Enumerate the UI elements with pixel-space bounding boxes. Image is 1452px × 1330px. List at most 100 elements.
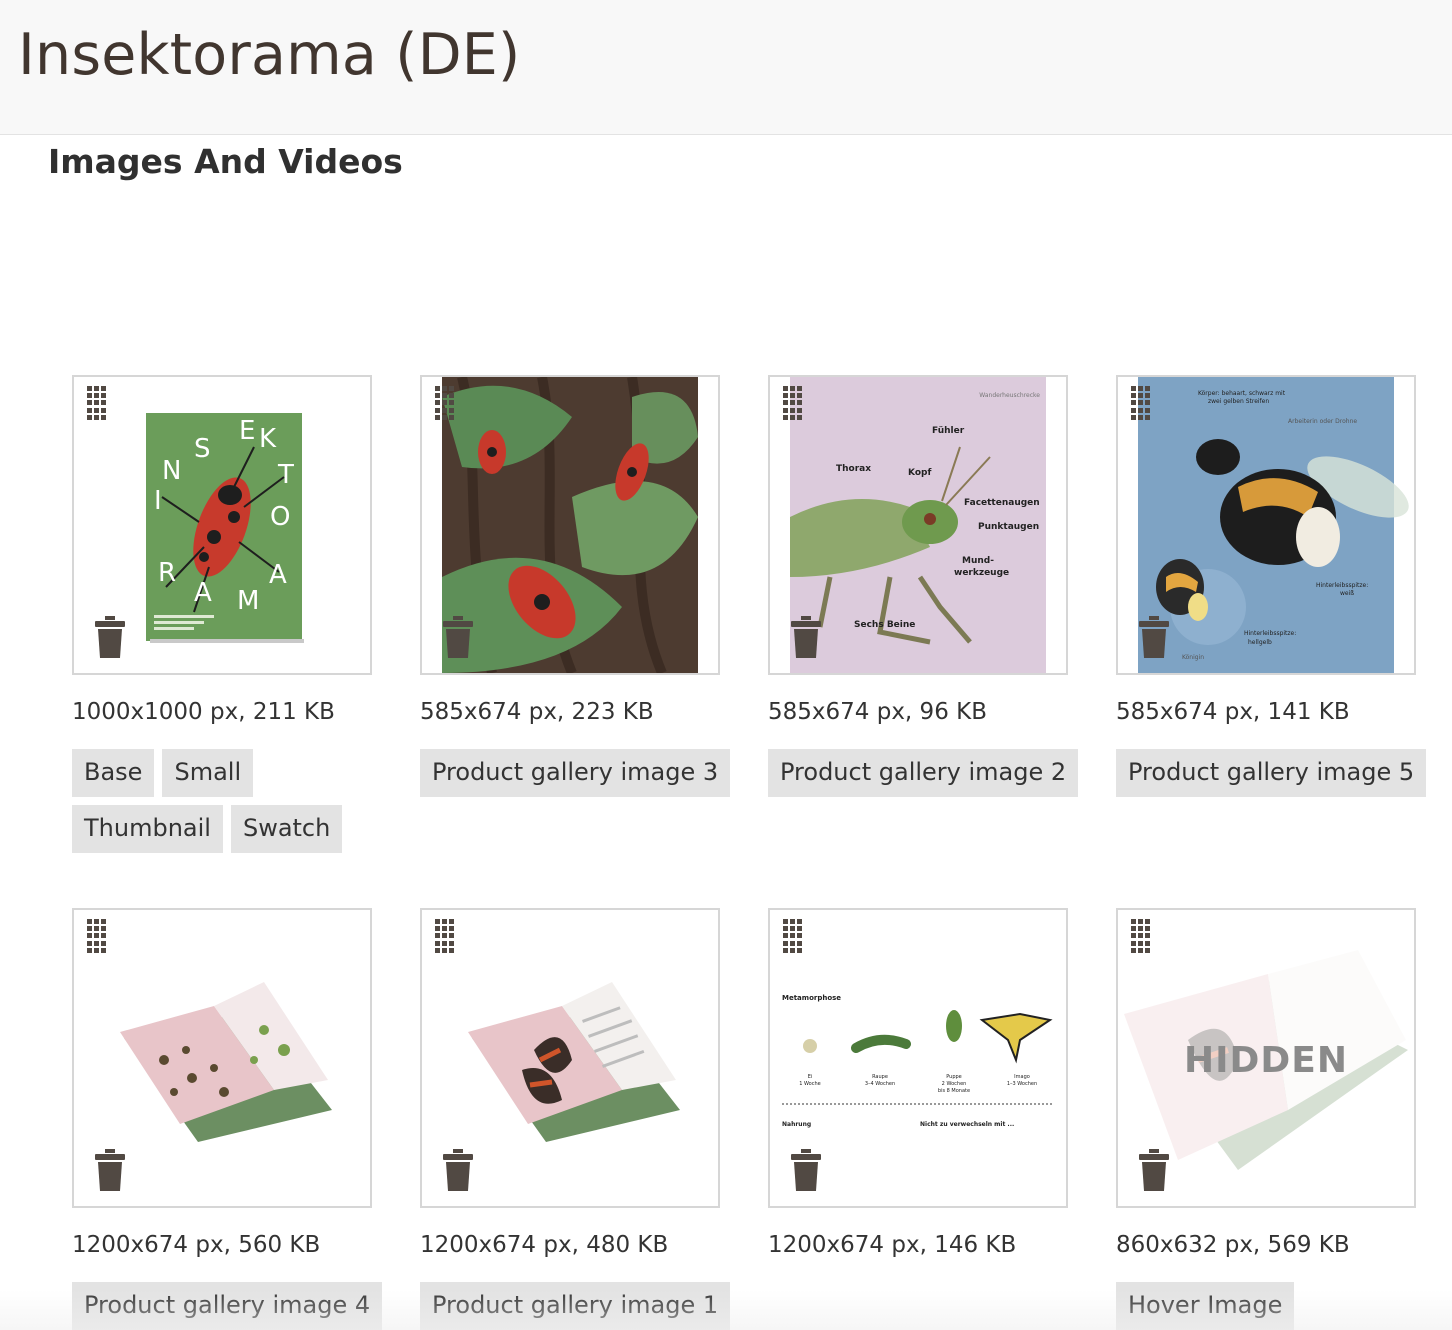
image-meta: 585x674 px, 96 KB [768, 699, 987, 725]
image-caption: bis 8 Monate [938, 1088, 970, 1094]
image-card[interactable]: 1200x674 px, 480 KB Product gallery imag… [420, 908, 731, 1330]
image-thumbnail[interactable] [420, 908, 720, 1208]
image-thumbnail[interactable]: EK SN T I O R A A M [72, 375, 372, 675]
role-badge: Product gallery image 2 [768, 749, 1079, 797]
role-badge: Product gallery image 3 [420, 749, 731, 797]
trash-icon[interactable] [791, 1149, 821, 1191]
image-caption: Raupe [872, 1074, 888, 1080]
image-caption: 1–3 Wochen [1007, 1081, 1037, 1087]
drag-handle-icon[interactable] [87, 386, 107, 422]
drag-handle-icon[interactable] [87, 919, 107, 955]
image-caption: Königin [1182, 654, 1204, 661]
image-caption: Hinterleibsspitze: [1244, 630, 1296, 637]
image-caption: Ei [808, 1074, 813, 1080]
image-meta: 585x674 px, 223 KB [420, 699, 654, 725]
image-roles: Product gallery image 3 [420, 749, 731, 797]
image-thumbnail[interactable] [420, 375, 720, 675]
drag-handle-icon[interactable] [783, 919, 803, 955]
svg-text:N: N [162, 456, 181, 486]
image-caption: Sechs Beine [854, 620, 915, 630]
svg-text:E: E [239, 416, 255, 446]
image-caption: 3–4 Wochen [865, 1081, 895, 1087]
svg-text:T: T [277, 460, 294, 490]
image-caption: Nicht zu verwechseln mit ... [920, 1121, 1014, 1128]
image-card[interactable]: Körper: behaart, schwarz mit zwei gelben… [1116, 375, 1427, 797]
role-badge: Small [162, 749, 254, 797]
image-meta: 1000x1000 px, 211 KB [72, 699, 335, 725]
role-badge: Product gallery image 5 [1116, 749, 1427, 797]
image-meta: 1200x674 px, 480 KB [420, 1232, 669, 1258]
role-badge: Hover Image [1116, 1282, 1295, 1330]
image-caption: zwei gelben Streifen [1208, 398, 1269, 405]
image-card[interactable]: 1200x674 px, 560 KB Product gallery imag… [72, 908, 383, 1330]
image-meta: 1200x674 px, 146 KB [768, 1232, 1017, 1258]
image-caption: weiß [1340, 590, 1354, 597]
role-badge: Base [72, 749, 155, 797]
image-caption: Puppe [946, 1074, 962, 1080]
section-title: Images And Videos [48, 142, 403, 181]
image-card[interactable]: Metamorphose Ei 1 Woche Raupe 3–4 Wochen… [768, 908, 1068, 1282]
drag-handle-icon[interactable] [435, 386, 455, 422]
page-header: Insektorama (DE) [0, 0, 1452, 135]
trash-icon[interactable] [791, 616, 821, 658]
drag-handle-icon[interactable] [435, 919, 455, 955]
role-badge: Swatch [230, 805, 343, 853]
image-caption: Körper: behaart, schwarz mit [1198, 390, 1286, 397]
image-meta: 860x632 px, 569 KB [1116, 1232, 1350, 1258]
drag-handle-icon[interactable] [1131, 386, 1151, 422]
image-caption: Wanderheuschrecke [979, 392, 1040, 399]
image-caption: Kopf [908, 468, 931, 478]
image-roles: Product gallery image 1 [420, 1282, 731, 1330]
image-caption: Metamorphose [782, 994, 841, 1002]
image-roles: Product gallery image 2 [768, 749, 1079, 797]
drag-handle-icon[interactable] [783, 386, 803, 422]
image-card[interactable]: EK SN T I O R A A M 1000x1000 px, 211 KB Ba… [72, 375, 372, 853]
image-roles: Product gallery image 4 [72, 1282, 383, 1330]
image-thumbnail[interactable]: Körper: behaart, schwarz mit zwei gelben… [1116, 375, 1416, 675]
image-thumbnail[interactable]: Metamorphose Ei 1 Woche Raupe 3–4 Wochen… [768, 908, 1068, 1208]
image-card[interactable]: Wanderheuschrecke Fühler Thorax Kopf Fac… [768, 375, 1079, 797]
image-caption: 1 Woche [799, 1081, 820, 1087]
trash-icon[interactable] [443, 616, 473, 658]
svg-text:S: S [194, 434, 211, 464]
svg-text:A: A [269, 560, 287, 590]
image-thumbnail[interactable] [72, 908, 372, 1208]
image-roles: Hover Image [1116, 1282, 1416, 1330]
image-caption: Imago [1014, 1074, 1030, 1080]
image-caption: Mund- [962, 556, 994, 566]
image-caption: hellgelb [1248, 639, 1272, 646]
trash-icon[interactable] [95, 1149, 125, 1191]
image-caption: Facettenaugen [964, 498, 1040, 508]
trash-icon[interactable] [443, 1149, 473, 1191]
image-card[interactable]: 585x674 px, 223 KB Product gallery image… [420, 375, 731, 797]
image-roles: Base Small Thumbnail Swatch [72, 749, 372, 853]
svg-text:A: A [194, 578, 212, 608]
image-caption: Hinterleibsspitze: [1316, 582, 1368, 589]
svg-text:M: M [237, 586, 259, 616]
image-thumbnail[interactable]: HIDDEN [1116, 908, 1416, 1208]
image-caption: werkzeuge [954, 568, 1009, 578]
image-caption: Fühler [932, 426, 965, 436]
svg-text:I: I [154, 486, 162, 516]
image-caption: Punktaugen [978, 522, 1039, 532]
image-card[interactable]: HIDDEN 860x632 px, 569 KB Hover Image [1116, 908, 1416, 1330]
image-caption: 2 Wochen [942, 1081, 967, 1087]
svg-text:K: K [259, 424, 277, 454]
role-badge: Thumbnail [72, 805, 223, 853]
role-badge: Product gallery image 4 [72, 1282, 383, 1330]
image-roles: Product gallery image 5 [1116, 749, 1427, 797]
image-caption: Arbeiterin oder Drohne [1288, 418, 1357, 425]
trash-icon[interactable] [1139, 616, 1169, 658]
hidden-label: HIDDEN [1183, 1040, 1348, 1081]
svg-text:R: R [158, 558, 176, 588]
image-caption: Nahrung [782, 1121, 811, 1128]
trash-icon[interactable] [95, 616, 125, 658]
svg-text:O: O [270, 502, 290, 532]
image-caption: Thorax [836, 464, 871, 474]
image-thumbnail[interactable]: Wanderheuschrecke Fühler Thorax Kopf Fac… [768, 375, 1068, 675]
role-badge: Product gallery image 1 [420, 1282, 731, 1330]
trash-icon[interactable] [1139, 1149, 1169, 1191]
drag-handle-icon[interactable] [1131, 919, 1151, 955]
image-meta: 1200x674 px, 560 KB [72, 1232, 321, 1258]
page-title: Insektorama (DE) [18, 22, 521, 88]
